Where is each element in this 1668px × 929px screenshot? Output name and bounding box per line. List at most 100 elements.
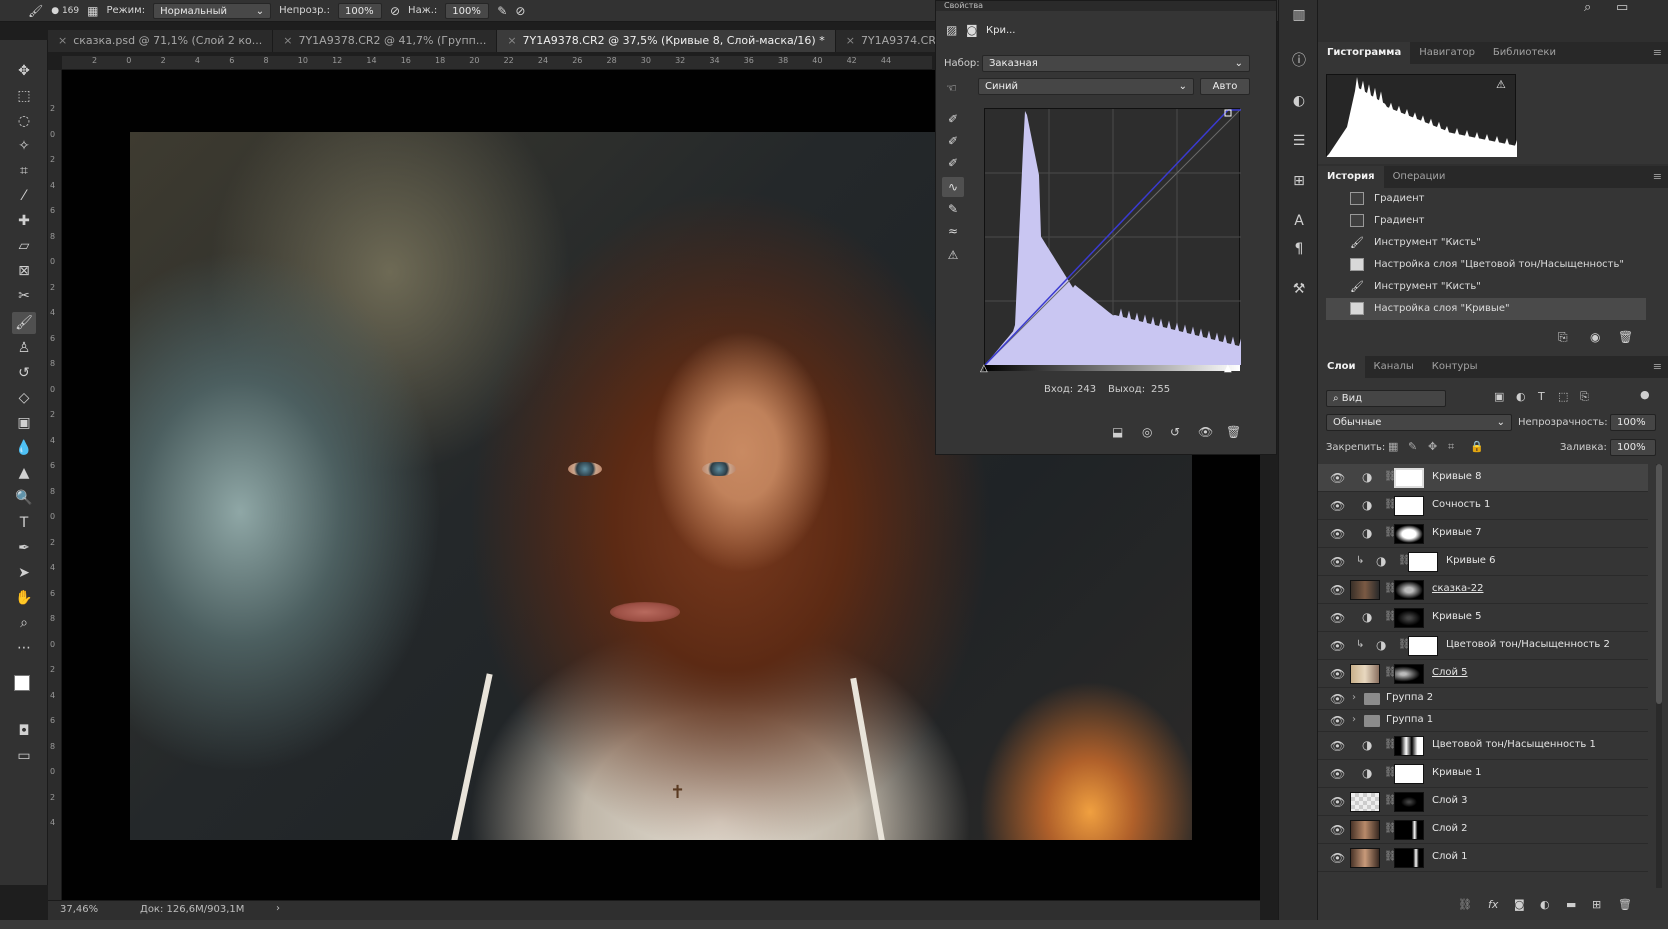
lock-artboard-icon[interactable]: ⌗: [1448, 440, 1454, 454]
layer-group-row[interactable]: 👁 › Группа 2: [1318, 688, 1648, 710]
layer-thumbnail[interactable]: [1350, 848, 1380, 868]
hand-tool-icon[interactable]: ✋: [12, 587, 36, 609]
flow-field[interactable]: 100%: [445, 2, 490, 19]
pen-tool-icon[interactable]: ✒: [12, 537, 36, 559]
marquee-tool-icon[interactable]: ⬚: [12, 85, 36, 107]
layer-style-fx-icon[interactable]: fx: [1488, 898, 1498, 911]
layer-row[interactable]: 👁 ↳ ◑ ⛓ Цветовой тон/Насыщенность 2: [1318, 632, 1648, 660]
panel-menu-icon[interactable]: ≡: [1653, 46, 1662, 59]
chevron-right-icon[interactable]: ›: [1352, 692, 1356, 703]
mode-dropdown[interactable]: Нормальный ⌄: [153, 2, 272, 19]
layer-mask-thumbnail[interactable]: [1394, 736, 1424, 756]
layer-mask-thumbnail[interactable]: [1408, 636, 1438, 656]
adjustments-icon[interactable]: ◐: [1287, 90, 1311, 112]
layer-name[interactable]: Слой 3: [1432, 795, 1468, 806]
tab-navigator[interactable]: Навигатор: [1410, 42, 1484, 64]
move-tool-icon[interactable]: ✥: [12, 60, 36, 82]
layer-row[interactable]: 👁 ⛓ Слой 2: [1318, 816, 1648, 844]
properties-panel-title[interactable]: Свойства: [936, 1, 1276, 11]
curve-points-icon[interactable]: ∿: [942, 177, 964, 197]
layer-mask-thumbnail[interactable]: [1394, 524, 1424, 544]
foreground-color-swatch[interactable]: [14, 675, 30, 691]
layer-mask-icon[interactable]: ◙: [966, 23, 978, 37]
visibility-eye-icon[interactable]: 👁: [1330, 639, 1345, 653]
opacity-field[interactable]: 100%: [1610, 414, 1656, 431]
history-item[interactable]: Градиент: [1326, 188, 1646, 210]
filter-pixel-icon[interactable]: ▣: [1494, 390, 1504, 403]
layer-mask-thumbnail[interactable]: [1394, 608, 1424, 628]
more-tools-icon[interactable]: ⋯: [12, 637, 36, 659]
frame-tool-icon[interactable]: ⊠: [12, 260, 36, 282]
layer-name[interactable]: Группа 1: [1386, 714, 1433, 725]
layer-mask-thumbnail[interactable]: [1394, 580, 1424, 600]
brush-tool-icon[interactable]: 🖌: [12, 312, 36, 334]
airbrush-icon[interactable]: ✎: [497, 4, 507, 18]
visibility-eye-icon[interactable]: 👁: [1198, 425, 1213, 439]
delete-icon[interactable]: 🗑: [1618, 330, 1633, 344]
sharpen-tool-icon[interactable]: ▲: [12, 462, 36, 484]
link-layers-icon[interactable]: ⛓: [1458, 898, 1472, 911]
white-point-slider[interactable]: ▲: [1224, 363, 1232, 374]
brush-settings-icon[interactable]: ▦: [87, 4, 98, 18]
tool-presets-icon[interactable]: ⚒: [1287, 278, 1311, 300]
lock-pixels-icon[interactable]: ✎: [1408, 440, 1417, 453]
ruler-tool-icon[interactable]: ▱: [12, 235, 36, 257]
lock-all-icon[interactable]: 🔒: [1470, 440, 1484, 453]
visibility-eye-icon[interactable]: 👁: [1330, 767, 1345, 781]
layer-row[interactable]: 👁 ⛓ Слой 5: [1318, 660, 1648, 688]
visibility-eye-icon[interactable]: 👁: [1330, 499, 1345, 513]
quick-mask-icon[interactable]: ◘: [12, 720, 36, 742]
smooth-curve-icon[interactable]: ≈: [942, 221, 964, 241]
filter-type-icon[interactable]: T: [1538, 390, 1545, 403]
workspace-icon[interactable]: ▥: [1287, 4, 1311, 26]
channel-dropdown[interactable]: Синий ⌄: [978, 78, 1194, 95]
visibility-eye-icon[interactable]: 👁: [1330, 471, 1345, 485]
layer-thumbnail[interactable]: [1350, 664, 1380, 684]
tab-document-2[interactable]: × 7Y1A9378.CR2 @ 41,7% (Групп...: [273, 30, 498, 52]
visibility-eye-icon[interactable]: 👁: [1330, 555, 1345, 569]
tab-channels[interactable]: Каналы: [1365, 356, 1423, 378]
arrange-windows-icon[interactable]: ▭: [1616, 0, 1628, 15]
visibility-eye-icon[interactable]: 👁: [1330, 692, 1345, 706]
layer-name[interactable]: Слой 5: [1432, 667, 1468, 678]
visibility-eye-icon[interactable]: 👁: [1330, 611, 1345, 625]
gradient-tool-icon[interactable]: ▣: [12, 412, 36, 434]
panel-menu-icon[interactable]: ≡: [1653, 360, 1662, 373]
layer-row[interactable]: 👁 ◑ ⛓ Кривые 5: [1318, 604, 1648, 632]
tab-libraries[interactable]: Библиотеки: [1484, 42, 1565, 64]
layer-mask-thumbnail[interactable]: [1394, 468, 1424, 488]
screen-mode-icon[interactable]: ▭: [12, 745, 36, 767]
layer-row[interactable]: 👁 ◑ ⛓ Кривые 8: [1318, 464, 1648, 492]
layer-mask-thumbnail[interactable]: [1394, 764, 1424, 784]
type-tool-icon[interactable]: T: [12, 512, 36, 534]
curves-graph[interactable]: [984, 108, 1242, 366]
visibility-eye-icon[interactable]: 👁: [1330, 823, 1345, 837]
info-icon[interactable]: ⓘ: [1287, 50, 1311, 72]
layer-name[interactable]: Цветовой тон/Насыщенность 1: [1432, 739, 1596, 750]
black-point-eyedropper-icon[interactable]: ✐: [942, 109, 964, 129]
brush-settings-icon[interactable]: ⊞: [1287, 170, 1311, 192]
cache-warning-icon[interactable]: ⚠: [1496, 78, 1506, 91]
visibility-eye-icon[interactable]: 👁: [1330, 739, 1345, 753]
preset-dropdown[interactable]: Заказная ⌄: [982, 55, 1250, 72]
layer-name[interactable]: Кривые 5: [1432, 611, 1481, 622]
history-item-selected[interactable]: Настройка слоя "Кривые": [1326, 298, 1646, 320]
new-document-from-state-icon[interactable]: ⎘: [1558, 330, 1568, 345]
search-icon[interactable]: ⌕: [1584, 0, 1591, 15]
clipping-warning-icon[interactable]: ⚠: [942, 245, 964, 265]
scrollbar-thumb[interactable]: [1656, 464, 1662, 704]
layers-scrollbar[interactable]: [1656, 464, 1662, 888]
add-mask-icon[interactable]: ◙: [1514, 898, 1525, 911]
visibility-eye-icon[interactable]: 👁: [1330, 795, 1345, 809]
gray-point-eyedropper-icon[interactable]: ✐: [942, 131, 964, 151]
zoom-tool-icon[interactable]: ⌕: [12, 612, 36, 634]
layer-row[interactable]: 👁 ◑ ⛓ Цветовой тон/Насыщенность 1: [1318, 732, 1648, 760]
path-select-tool-icon[interactable]: ➤: [12, 562, 36, 584]
pressure-size-icon[interactable]: ⊘: [515, 4, 525, 18]
history-brush-icon[interactable]: ↺: [12, 362, 36, 384]
scissors-tool-icon[interactable]: ✂: [12, 285, 36, 307]
visibility-eye-icon[interactable]: 👁: [1330, 667, 1345, 681]
layer-mask-thumbnail[interactable]: [1394, 848, 1424, 868]
layer-name[interactable]: Цветовой тон/Насыщенность 2: [1446, 639, 1610, 650]
layer-row[interactable]: 👁 ⛓ Слой 3: [1318, 788, 1648, 816]
